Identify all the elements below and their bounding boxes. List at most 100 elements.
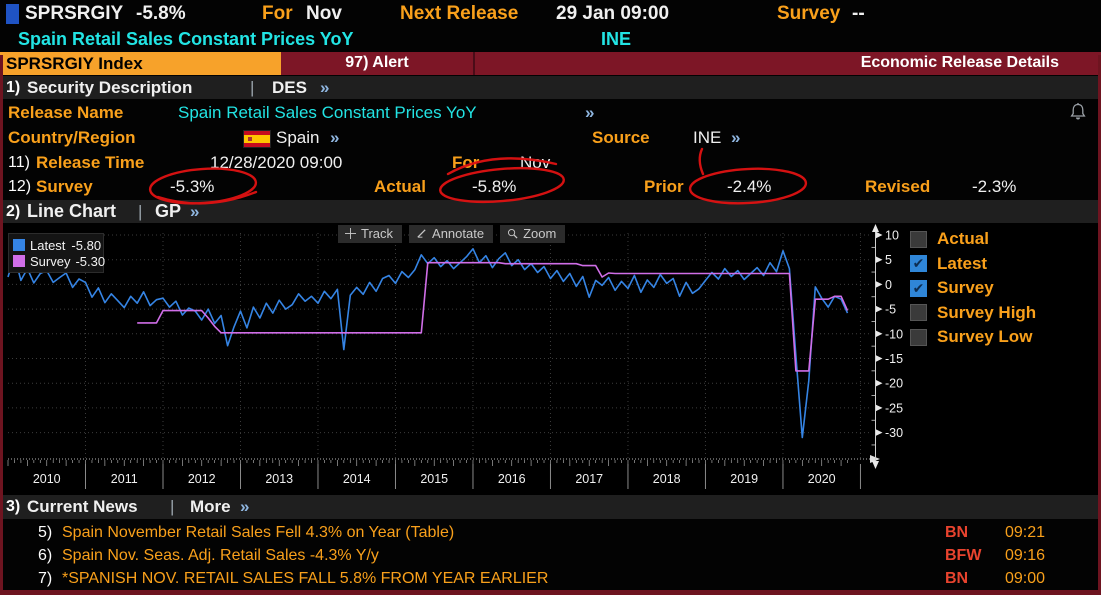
news-2-number: 6) — [38, 547, 52, 565]
des-command[interactable]: DES — [272, 78, 307, 98]
revised-field-label: Revised — [865, 177, 930, 197]
next-release-label: Next Release — [400, 3, 518, 25]
prior-field-label: Prior — [644, 177, 684, 197]
x-axis-year-label: 2016 — [498, 472, 526, 486]
latest-line — [8, 249, 848, 438]
latest-checkbox-label: Latest — [937, 254, 987, 274]
figures-row-number[interactable]: 12) — [8, 178, 31, 196]
news-3-headline[interactable]: *SPANISH NOV. RETAIL SALES FALL 5.8% FRO… — [62, 570, 548, 588]
gp-command[interactable]: GP — [155, 201, 181, 222]
revised-field-value: -2.3% — [972, 177, 1016, 197]
news-3-time: 09:00 — [1005, 570, 1045, 588]
survey-high-checkbox-label: Survey High — [937, 303, 1036, 323]
alert-button[interactable]: 97) Alert — [281, 52, 473, 75]
release-name-value[interactable]: Spain Retail Sales Constant Prices YoY — [178, 103, 477, 123]
security-section-title[interactable]: Security Description — [27, 78, 192, 98]
survey-field-label[interactable]: Survey — [36, 177, 93, 197]
news-3-source: BN — [945, 570, 968, 588]
security-section-number[interactable]: 1) — [6, 79, 20, 97]
release-time-value: 12/28/2020 09:00 — [210, 153, 342, 173]
survey-checkbox[interactable]: ✔ — [910, 280, 927, 297]
track-button[interactable]: Track — [338, 225, 402, 243]
current-news-band: 3) Current News | More » — [0, 495, 1101, 519]
line-chart-band: 2) Line Chart | GP » — [0, 200, 1101, 223]
source-arrow[interactable]: » — [731, 128, 740, 148]
chart-separator-pipe: | — [138, 202, 142, 222]
release-time-number[interactable]: 11) — [8, 154, 30, 172]
source-value[interactable]: INE — [693, 128, 721, 148]
country-region-label: Country/Region — [8, 128, 136, 148]
security-description-subtitle: Spain Retail Sales Constant Prices YoY — [18, 29, 353, 50]
news-section-title[interactable]: Current News — [27, 497, 138, 517]
survey-field-value: -5.3% — [170, 177, 214, 197]
bell-icon[interactable] — [1068, 102, 1088, 122]
legend-survey-value: -5.30 — [75, 254, 105, 269]
chart-section-number[interactable]: 2) — [6, 203, 20, 221]
release-for-value: Nov — [520, 153, 550, 173]
latest-checkbox[interactable]: ✔ — [910, 255, 927, 272]
news-3-number: 7) — [38, 570, 52, 588]
news-section-number[interactable]: 3) — [6, 498, 20, 516]
for-label: For — [262, 3, 293, 25]
checkbox-row-latest[interactable]: ✔ Latest — [910, 252, 1036, 277]
country-arrow[interactable]: » — [330, 128, 339, 148]
more-arrow[interactable]: » — [240, 497, 249, 517]
checkbox-row-survey[interactable]: ✔ Survey — [910, 276, 1036, 301]
screen-title: Economic Release Details — [861, 54, 1059, 72]
ticker-input-field[interactable]: SPRSRGIY Index — [0, 52, 281, 75]
for-value: Nov — [306, 3, 342, 25]
des-arrow[interactable]: » — [320, 78, 329, 98]
x-axis-year-label: 2018 — [653, 472, 681, 486]
y-axis-tick-label: -20 — [885, 377, 903, 391]
survey-high-checkbox[interactable] — [910, 304, 927, 321]
release-time-label[interactable]: Release Time — [36, 153, 144, 173]
news-item-3[interactable]: 7) *SPANISH NOV. RETAIL SALES FALL 5.8% … — [0, 570, 1101, 592]
zoom-button[interactable]: Zoom — [500, 225, 565, 243]
news-item-2[interactable]: 6) Spain Nov. Seas. Adj. Retail Sales -4… — [0, 547, 1101, 569]
x-axis-year-label: 2011 — [111, 472, 138, 486]
checkbox-row-actual[interactable]: Actual — [910, 227, 1036, 252]
country-value[interactable]: Spain — [276, 128, 319, 148]
crosshair-icon — [345, 228, 356, 239]
y-axis-tick-label: -10 — [885, 327, 903, 341]
x-axis-year-label: 2010 — [33, 472, 61, 486]
pencil-icon — [416, 228, 427, 239]
news-item-1[interactable]: 5) Spain November Retail Sales Fell 4.3%… — [0, 524, 1101, 546]
checkbox-row-survey-low[interactable]: Survey Low — [910, 325, 1036, 350]
legend-item-survey: Survey -5.30 — [13, 253, 99, 269]
survey-low-checkbox-label: Survey Low — [937, 327, 1032, 347]
chart-section-title[interactable]: Line Chart — [27, 201, 116, 222]
gp-arrow[interactable]: » — [190, 202, 199, 222]
x-axis-year-label: 2014 — [343, 472, 371, 486]
release-name-arrow[interactable]: » — [585, 103, 594, 123]
bloomberg-terminal-screen: SPRSRGIY -5.8% For Nov Next Release 29 J… — [0, 0, 1101, 595]
annotate-button[interactable]: Annotate — [409, 225, 493, 243]
actual-checkbox[interactable] — [910, 231, 927, 248]
release-name-label: Release Name — [8, 103, 123, 123]
news-separator-pipe: | — [170, 497, 174, 517]
x-axis-year-label: 2015 — [420, 472, 448, 486]
legend-latest-name: Latest — [30, 238, 65, 253]
y-axis-tick-label: 5 — [885, 253, 892, 267]
x-axis-year-label: 2017 — [575, 472, 603, 486]
zoom-label: Zoom — [523, 226, 556, 241]
survey-line — [137, 263, 847, 371]
news-1-source: BN — [945, 524, 968, 542]
checkbox-row-survey-high[interactable]: Survey High — [910, 301, 1036, 326]
track-label: Track — [361, 226, 393, 241]
news-2-headline[interactable]: Spain Nov. Seas. Adj. Retail Sales -4.3%… — [62, 547, 379, 565]
survey-low-checkbox[interactable] — [910, 329, 927, 346]
survey-checkbox-label: Survey — [937, 278, 994, 298]
command-bar: SPRSRGIY Index 97) Alert Economic Releas… — [0, 52, 1101, 75]
x-axis-year-label: 2012 — [188, 472, 216, 486]
release-for-label: For — [452, 153, 479, 173]
y-axis: 1050-5-10-15-20-25-30 — [872, 224, 904, 469]
line-chart[interactable]: 2010201120122013201420152016201720182019… — [0, 223, 1101, 495]
x-axis: 2010201120122013201420152016201720182019… — [8, 455, 880, 489]
command-bar-separator — [473, 52, 475, 75]
x-axis-year-label: 2013 — [265, 472, 293, 486]
more-command[interactable]: More — [190, 497, 231, 517]
news-1-headline[interactable]: Spain November Retail Sales Fell 4.3% on… — [62, 524, 454, 542]
legend-survey-name: Survey — [30, 254, 70, 269]
spain-flag-icon — [243, 130, 271, 148]
